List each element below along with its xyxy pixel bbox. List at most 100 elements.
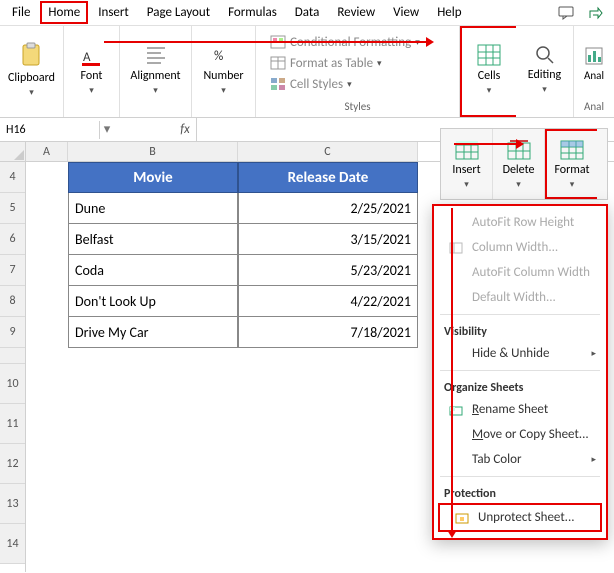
menu-column-width[interactable]: Column Width...: [434, 235, 606, 260]
menu-default-width[interactable]: Default Width...: [434, 285, 606, 310]
number-button[interactable]: % Number ▾: [199, 37, 249, 103]
menu-home[interactable]: Home: [40, 1, 88, 24]
table-cell[interactable]: 4/22/2021: [238, 286, 418, 317]
font-button[interactable]: A Font ▾: [67, 37, 117, 103]
comments-icon[interactable]: [552, 2, 580, 24]
ribbon-group-alignment: Alignment ▾: [120, 26, 192, 117]
table-cell[interactable]: Don't Look Up: [68, 286, 238, 317]
table-cell[interactable]: Drive My Car: [68, 317, 238, 348]
menu-autofit-column-width[interactable]: AutoFit Column Width: [434, 260, 606, 285]
format-cells-button[interactable]: Format ▾: [545, 129, 597, 199]
font-icon: A: [80, 43, 104, 67]
cell[interactable]: [26, 286, 68, 317]
format-dropdown-menu: AutoFit Row Height Column Width... AutoF…: [432, 204, 608, 540]
table-cell[interactable]: Dune: [68, 193, 238, 224]
row-header[interactable]: 11: [0, 404, 25, 444]
delete-cells-button[interactable]: Delete ▾: [493, 129, 545, 199]
table-cell[interactable]: Belfast: [68, 224, 238, 255]
alignment-button[interactable]: Alignment ▾: [128, 37, 182, 103]
row-header[interactable]: 5: [0, 193, 25, 224]
cell[interactable]: [26, 255, 68, 286]
ribbon-group-font: A Font ▾: [64, 26, 120, 117]
table-header-cell[interactable]: Movie: [68, 162, 238, 193]
menu-help[interactable]: Help: [429, 1, 469, 24]
insert-cells-button[interactable]: Insert ▾: [441, 129, 493, 199]
fx-icon[interactable]: fx: [174, 122, 196, 137]
row-header[interactable]: 13: [0, 484, 25, 524]
row-header[interactable]: 14: [0, 524, 25, 564]
menu-section-visibility: Visibility: [434, 319, 606, 341]
cell[interactable]: [26, 224, 68, 255]
ribbon-group-clipboard: Clipboard ▾: [0, 26, 64, 117]
table-cell[interactable]: 3/15/2021: [238, 224, 418, 255]
menu-insert[interactable]: Insert: [90, 1, 137, 24]
number-icon: %: [212, 43, 236, 67]
column-header[interactable]: A: [26, 142, 68, 161]
cell[interactable]: [26, 317, 68, 348]
alignment-icon: [144, 43, 168, 67]
cell[interactable]: [26, 162, 68, 193]
menu-file[interactable]: File: [4, 1, 38, 24]
analyze-icon: [583, 45, 605, 67]
menu-tab-color[interactable]: Tab Color ▸: [434, 447, 606, 472]
row-header[interactable]: 12: [0, 444, 25, 484]
clipboard-button[interactable]: Clipboard ▾: [6, 37, 57, 103]
row-header[interactable]: 7: [0, 255, 25, 286]
svg-text:%: %: [214, 49, 223, 64]
row-header[interactable]: [0, 348, 25, 364]
chevron-down-icon: ▾: [570, 179, 575, 190]
menu-move-or-copy[interactable]: Move or Copy Sheet...: [434, 422, 606, 447]
chevron-down-icon: ▾: [221, 85, 226, 96]
editing-button[interactable]: Editing ▾: [520, 37, 570, 103]
chevron-down-icon: ▾: [89, 85, 94, 96]
conditional-formatting-button[interactable]: Conditional Formatting▾: [266, 33, 424, 52]
menu-section-organize: Organize Sheets: [434, 375, 606, 397]
cell-styles-button[interactable]: Cell Styles▾: [266, 75, 424, 94]
name-box[interactable]: H16: [0, 121, 100, 139]
name-box-dropdown[interactable]: ▾: [100, 122, 114, 137]
menu-autofit-row-height[interactable]: AutoFit Row Height: [434, 210, 606, 235]
cells-button[interactable]: Cells ▾: [464, 37, 514, 103]
column-header[interactable]: C: [238, 142, 418, 161]
menu-section-protection: Protection: [434, 481, 606, 503]
share-icon[interactable]: [582, 2, 610, 24]
column-header[interactable]: B: [68, 142, 238, 161]
menu-data[interactable]: Data: [287, 1, 328, 24]
svg-text:A: A: [83, 50, 91, 65]
chevron-right-icon: ▸: [591, 348, 596, 359]
table-cell[interactable]: 5/23/2021: [238, 255, 418, 286]
conditional-formatting-icon: [270, 35, 286, 49]
chevron-down-icon: ▾: [153, 85, 158, 96]
menu-unprotect-sheet[interactable]: Unprotect Sheet...: [438, 503, 602, 532]
menu-view[interactable]: View: [385, 1, 427, 24]
select-all-corner[interactable]: [0, 142, 25, 162]
table-header-cell[interactable]: Release Date: [238, 162, 418, 193]
menu-bar: File Home Insert Page Layout Formulas Da…: [0, 0, 614, 26]
row-header[interactable]: 6: [0, 224, 25, 255]
ribbon-group-editing: Editing ▾: [516, 26, 574, 117]
cells-icon: [476, 43, 502, 67]
table-cell[interactable]: 7/18/2021: [238, 317, 418, 348]
table-cell[interactable]: 2/25/2021: [238, 193, 418, 224]
menu-rename-sheet[interactable]: Rename Sheet: [434, 397, 606, 422]
format-as-table-button[interactable]: Format as Table▾: [266, 54, 424, 73]
chevron-down-icon: ▾: [29, 87, 34, 98]
table-icon: [270, 56, 286, 70]
chevron-down-icon: ▾: [464, 179, 469, 190]
analyze-button[interactable]: Anal: [576, 30, 612, 96]
rename-icon: [448, 403, 464, 417]
row-header[interactable]: 4: [0, 162, 25, 193]
cell-styles-icon: [270, 77, 286, 91]
ribbon-group-number: % Number ▾: [192, 26, 256, 117]
table-cell[interactable]: Coda: [68, 255, 238, 286]
menu-page-layout[interactable]: Page Layout: [139, 1, 218, 24]
row-header[interactable]: 10: [0, 364, 25, 404]
menu-formulas[interactable]: Formulas: [220, 1, 285, 24]
row-header[interactable]: 9: [0, 317, 25, 348]
row-header[interactable]: 8: [0, 286, 25, 317]
menu-hide-unhide[interactable]: Hide & Unhide ▸: [434, 341, 606, 366]
chevron-down-icon: ▾: [542, 84, 547, 95]
menu-review[interactable]: Review: [329, 1, 383, 24]
search-icon: [534, 44, 556, 66]
cell[interactable]: [26, 193, 68, 224]
